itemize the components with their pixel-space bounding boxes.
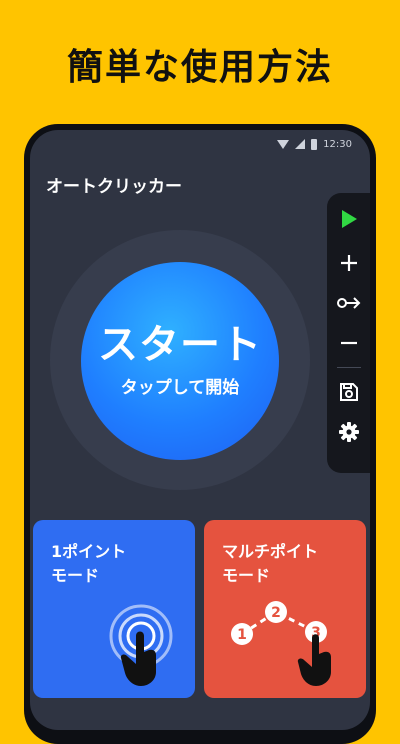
svg-text:2: 2 <box>271 605 281 621</box>
plus-icon <box>340 255 357 271</box>
save-icon <box>339 383 358 401</box>
add-point-button[interactable] <box>327 243 370 283</box>
multi-point-mode-label: マルチポイト モード <box>222 542 319 585</box>
start-button-sublabel: タップして開始 <box>120 377 240 398</box>
battery-icon <box>311 138 318 150</box>
svg-text:1: 1 <box>237 627 247 643</box>
swipe-icon <box>336 297 360 309</box>
step-marker-1: 1 <box>231 623 253 645</box>
start-button[interactable]: スタート タップして開始 <box>81 262 279 460</box>
remove-point-button[interactable] <box>327 323 370 363</box>
gear-icon <box>338 422 359 442</box>
step-marker-2: 2 <box>265 601 287 623</box>
toolbar-divider <box>336 367 361 368</box>
play-icon <box>341 210 357 228</box>
status-time: 12:30 <box>323 138 352 150</box>
single-point-mode-label: 1ポイント モード <box>51 542 127 585</box>
wifi-icon <box>277 139 290 149</box>
multi-point-path-icon: 1 2 3 <box>231 601 331 686</box>
finger-icon <box>297 634 331 686</box>
tap-gesture-icon <box>109 604 173 686</box>
single-point-mode-card[interactable]: 1ポイント モード <box>33 520 195 698</box>
headline: 簡単な使用方法 <box>66 47 333 88</box>
save-button[interactable] <box>327 372 370 412</box>
start-button-label: スタート <box>98 321 262 368</box>
add-swipe-button[interactable] <box>327 283 370 323</box>
app-title: オートクリッカー <box>46 177 182 197</box>
floating-toolbar <box>327 193 370 473</box>
settings-button[interactable] <box>327 412 370 452</box>
play-button[interactable] <box>327 195 370 243</box>
signal-icon <box>295 139 306 149</box>
minus-icon <box>340 341 357 345</box>
app-screen: 12:30 オートクリッカー スタート タップして開始 1ポイント モード マル… <box>30 130 370 730</box>
status-bar: 12:30 <box>277 136 352 152</box>
multi-point-mode-card[interactable]: マルチポイト モード 1 2 3 <box>204 520 366 698</box>
